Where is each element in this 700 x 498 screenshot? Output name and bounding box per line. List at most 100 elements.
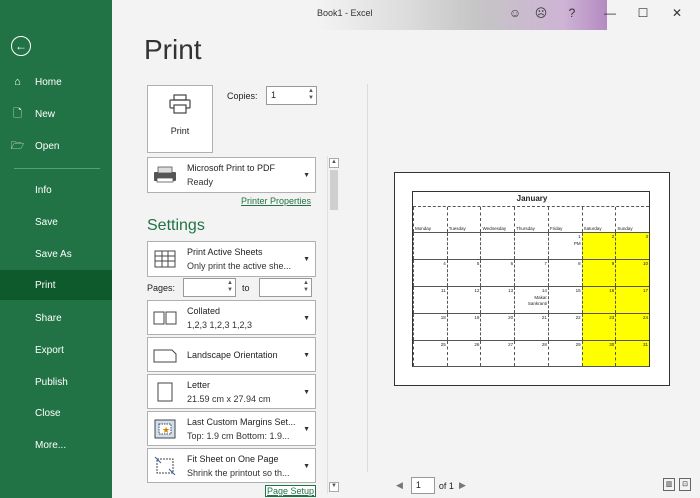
sidebar-divider: [14, 168, 100, 169]
stepper-arrows-icon[interactable]: ▲ ▼: [227, 280, 233, 294]
chevron-down-icon: ▼: [303, 256, 310, 263]
nav-save-as[interactable]: Save As: [0, 239, 112, 269]
paper-icon: [152, 381, 178, 403]
calendar-cell: 8: [547, 260, 582, 286]
calendar-cell: [514, 233, 548, 259]
calendar-cell: 22: [547, 314, 582, 340]
day-header: Wednesday: [480, 207, 514, 232]
scroll-down-icon[interactable]: ▼: [329, 482, 339, 492]
chevron-down-icon: ▼: [303, 172, 310, 179]
show-margins-icon[interactable]: ▥: [663, 478, 675, 491]
nav-close[interactable]: Close: [0, 398, 112, 428]
day-header: Monday: [413, 207, 447, 232]
nav-new[interactable]: 🗋 New: [0, 99, 112, 129]
zoom-to-page-icon[interactable]: ⊡: [679, 478, 691, 491]
calendar-cell: 20: [480, 314, 514, 340]
nav-more[interactable]: More...: [0, 430, 112, 460]
collation-dropdown[interactable]: Collated 1,2,3 1,2,3 1,2,3 ▼: [147, 300, 316, 335]
orientation-dropdown[interactable]: Landscape Orientation ▼: [147, 337, 316, 372]
nav-save[interactable]: Save: [0, 207, 112, 237]
help-icon[interactable]: ?: [565, 6, 579, 20]
print-button[interactable]: Print: [147, 85, 213, 153]
previous-page-icon[interactable]: ◀: [396, 480, 403, 491]
margins-title: Last Custom Margins Set...: [187, 417, 296, 427]
orientation-value: Landscape Orientation: [187, 350, 278, 360]
nav-open[interactable]: 🗁 Open: [0, 131, 112, 161]
copies-stepper[interactable]: 1 ▲ ▼: [266, 86, 317, 105]
scaling-title: Fit Sheet on One Page: [187, 454, 279, 464]
smile-feedback-icon[interactable]: ☺: [508, 6, 522, 20]
scroll-thumb[interactable]: [330, 170, 338, 210]
window-title: Book1 - Excel: [317, 8, 373, 18]
frown-feedback-icon[interactable]: ☹: [534, 6, 548, 20]
next-page-icon[interactable]: ▶: [459, 480, 466, 491]
calendar-cell: 25: [413, 341, 447, 366]
nav-home[interactable]: ⌂ Home: [0, 67, 112, 97]
calendar-title: January: [516, 194, 548, 203]
stepper-arrows-icon[interactable]: ▲ ▼: [303, 280, 309, 294]
calendar-event: Makar: [534, 295, 547, 300]
scaling-dropdown[interactable]: Fit Sheet on One Page Shrink the printou…: [147, 448, 316, 483]
calendar-cell-weekend: 24: [615, 314, 650, 340]
nav-publish-label: Publish: [35, 376, 68, 388]
print-preview-page: January Monday Tuesday Wednesday Thursda…: [394, 172, 670, 386]
maximize-icon[interactable]: ☐: [636, 6, 650, 20]
svg-text:★: ★: [162, 426, 170, 436]
nav-new-label: New: [35, 108, 56, 120]
calendar-grid: Monday Tuesday Wednesday Thursday Friday…: [413, 206, 650, 367]
chevron-down-icon: ▼: [303, 426, 310, 433]
nav-info[interactable]: Info: [0, 175, 112, 205]
folder-open-icon: 🗁: [10, 139, 25, 152]
day-header: Friday: [547, 207, 582, 232]
calendar-week-row: 1 PM 2 3: [413, 232, 650, 259]
calendar-cell: 27: [480, 341, 514, 366]
nav-share-label: Share: [35, 312, 62, 324]
calendar-event: PM: [573, 241, 581, 246]
chevron-down-icon: ▼: [303, 389, 310, 396]
nav-print[interactable]: Print: [0, 270, 112, 300]
collation-title: Collated: [187, 306, 221, 316]
print-scope-dropdown[interactable]: Print Active Sheets Only print the activ…: [147, 241, 316, 277]
calendar-cell: 29: [547, 341, 582, 366]
pages-to-input[interactable]: ▲ ▼: [259, 278, 312, 297]
printer-name: Microsoft Print to PDF: [187, 163, 276, 173]
page-number-input[interactable]: 1: [410, 477, 435, 494]
calendar-event: Sankranti: [527, 301, 547, 306]
nav-save-as-label: Save As: [35, 248, 72, 260]
calendar-cell-weekend: 23: [581, 314, 616, 340]
calendar-cell: 1 PM: [547, 233, 582, 259]
calendar-cell: 6: [480, 260, 514, 286]
pane-divider: [367, 84, 368, 472]
calendar-week-row: 11 12 13 14 Makar Sankranti 15 16 17: [413, 286, 650, 313]
paper-size-dropdown[interactable]: Letter 21.59 cm x 27.94 cm ▼: [147, 374, 316, 409]
nav-export-label: Export: [35, 344, 64, 356]
margins-dropdown[interactable]: ★ Last Custom Margins Set... Top: 1.9 cm…: [147, 411, 316, 446]
calendar-cell: 4: [413, 260, 447, 286]
calendar-cell: 5: [446, 260, 481, 286]
new-document-icon: 🗋: [13, 107, 22, 120]
calendar-cell: [413, 233, 447, 259]
minimize-icon[interactable]: —: [603, 6, 617, 20]
stepper-arrows-icon[interactable]: ▲ ▼: [308, 88, 314, 102]
back-arrow-icon[interactable]: ←: [11, 36, 31, 56]
printer-dropdown[interactable]: Microsoft Print to PDF Ready ▼: [147, 157, 316, 193]
nav-share[interactable]: Share: [0, 303, 112, 333]
calendar-week-row: 25 26 27 28 29 30 31: [413, 340, 650, 367]
nav-export[interactable]: Export: [0, 335, 112, 365]
calendar-cell-weekend: 9: [581, 260, 616, 286]
page-setup-link[interactable]: Page Setup: [265, 485, 317, 497]
printer-properties-link[interactable]: Printer Properties: [241, 196, 311, 206]
calendar-cell-weekend: 30: [581, 341, 616, 366]
scroll-up-icon[interactable]: ▲: [329, 158, 339, 168]
nav-more-label: More...: [35, 439, 67, 451]
pages-from-input[interactable]: ▲ ▼: [183, 278, 236, 297]
collated-pages-icon: [152, 307, 178, 329]
nav-publish[interactable]: Publish: [0, 367, 112, 397]
settings-scrollbar[interactable]: ▲ ▼: [327, 156, 339, 494]
calendar-cell: 15: [547, 287, 582, 313]
day-header: Sunday: [615, 207, 649, 232]
nav-close-label: Close: [35, 407, 61, 419]
close-window-icon[interactable]: ✕: [670, 6, 684, 20]
nav-home-label: Home: [35, 76, 62, 88]
paper-size-title: Letter: [187, 380, 211, 390]
